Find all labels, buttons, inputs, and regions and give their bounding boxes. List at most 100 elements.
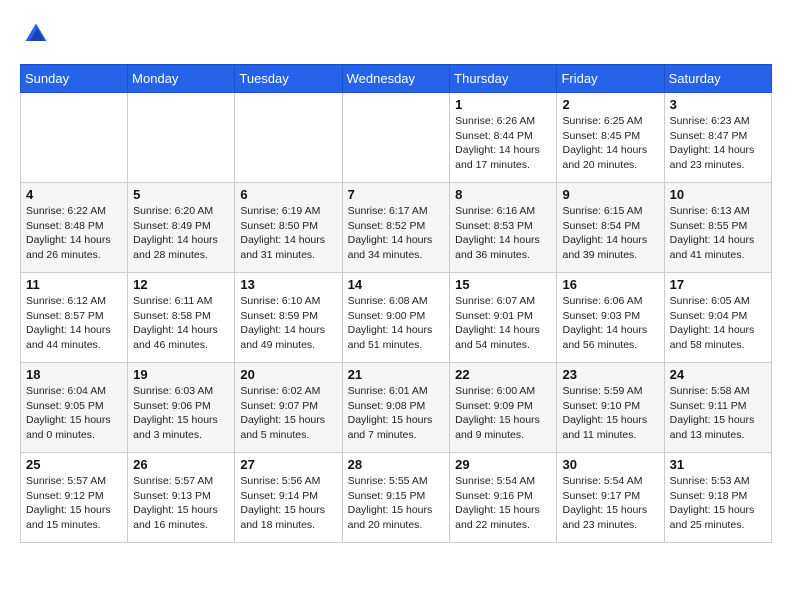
- day-number: 22: [455, 367, 551, 382]
- calendar-cell: 27Sunrise: 5:56 AM Sunset: 9:14 PM Dayli…: [235, 453, 342, 543]
- day-info: Sunrise: 5:58 AM Sunset: 9:11 PM Dayligh…: [670, 384, 766, 443]
- day-info: Sunrise: 6:03 AM Sunset: 9:06 PM Dayligh…: [133, 384, 229, 443]
- day-number: 17: [670, 277, 766, 292]
- day-info: Sunrise: 5:55 AM Sunset: 9:15 PM Dayligh…: [348, 474, 445, 533]
- day-number: 27: [240, 457, 336, 472]
- calendar-cell: 10 Sunrise: 6:13 AM Sunset: 8:55 PM Dayli…: [664, 183, 771, 273]
- calendar-header-friday: Friday: [557, 65, 664, 93]
- calendar-cell: [128, 93, 235, 183]
- calendar-cell: 5 Sunrise: 6:20 AM Sunset: 8:49 PM Daylig…: [128, 183, 235, 273]
- day-info: Sunrise: 6:12 AM Sunset: 8:57 PM Dayligh…: [26, 294, 122, 353]
- day-info: Sunrise: 6:04 AM Sunset: 9:05 PM Dayligh…: [26, 384, 122, 443]
- day-info: Sunrise: 5:54 AM Sunset: 9:16 PM Dayligh…: [455, 474, 551, 533]
- day-number: 29: [455, 457, 551, 472]
- calendar-header-row: SundayMondayTuesdayWednesdayThursdayFrid…: [21, 65, 772, 93]
- day-number: 15: [455, 277, 551, 292]
- day-number: 21: [348, 367, 445, 382]
- calendar-table: SundayMondayTuesdayWednesdayThursdayFrid…: [20, 64, 772, 543]
- day-info: Sunrise: 6:26 AM Sunset: 8:44 PM Dayligh…: [455, 114, 551, 173]
- calendar-header-thursday: Thursday: [450, 65, 557, 93]
- calendar-cell: 26 Sunrise: 5:57 AM Sunset: 9:13 PM Dayli…: [128, 453, 235, 543]
- day-info: Sunrise: 6:11 AM Sunset: 8:58 PM Dayligh…: [133, 294, 229, 353]
- calendar-cell: 24 Sunrise: 5:58 AM Sunset: 9:11 PM Dayli…: [664, 363, 771, 453]
- day-info: Sunrise: 6:06 AM Sunset: 9:03 PM Dayligh…: [562, 294, 658, 353]
- day-number: 3: [670, 97, 766, 112]
- day-number: 20: [240, 367, 336, 382]
- day-number: 14: [348, 277, 445, 292]
- day-info: Sunrise: 6:17 AM Sunset: 8:52 PM Dayligh…: [348, 204, 445, 263]
- day-number: 6: [240, 187, 336, 202]
- day-number: 18: [26, 367, 122, 382]
- calendar-cell: 12 Sunrise: 6:11 AM Sunset: 8:58 PM Dayli…: [128, 273, 235, 363]
- day-number: 1: [455, 97, 551, 112]
- day-number: 7: [348, 187, 445, 202]
- day-info: Sunrise: 6:10 AM Sunset: 8:59 PM Dayligh…: [240, 294, 336, 353]
- calendar-cell: 29 Sunrise: 5:54 AM Sunset: 9:16 PM Dayli…: [450, 453, 557, 543]
- calendar-week-2: 4Sunrise: 6:22 AM Sunset: 8:48 PM Daylig…: [21, 183, 772, 273]
- day-info: Sunrise: 6:01 AM Sunset: 9:08 PM Dayligh…: [348, 384, 445, 443]
- logo-icon: [22, 20, 50, 48]
- calendar-cell: 18 Sunrise: 6:04 AM Sunset: 9:05 PM Dayli…: [21, 363, 128, 453]
- logo: [20, 20, 50, 48]
- calendar-cell: [342, 93, 450, 183]
- calendar-cell: 4Sunrise: 6:22 AM Sunset: 8:48 PM Daylig…: [21, 183, 128, 273]
- day-number: 24: [670, 367, 766, 382]
- calendar-cell: 31 Sunrise: 5:53 AM Sunset: 9:18 PM Dayli…: [664, 453, 771, 543]
- day-number: 19: [133, 367, 229, 382]
- calendar-header-saturday: Saturday: [664, 65, 771, 93]
- day-info: Sunrise: 5:57 AM Sunset: 9:12 PM Dayligh…: [26, 474, 122, 533]
- day-number: 28: [348, 457, 445, 472]
- day-number: 8: [455, 187, 551, 202]
- day-number: 12: [133, 277, 229, 292]
- day-number: 25: [26, 457, 122, 472]
- day-info: Sunrise: 5:57 AM Sunset: 9:13 PM Dayligh…: [133, 474, 229, 533]
- day-info: Sunrise: 6:20 AM Sunset: 8:49 PM Dayligh…: [133, 204, 229, 263]
- day-number: 23: [562, 367, 658, 382]
- calendar-week-1: 1 Sunrise: 6:26 AM Sunset: 8:44 PM Daylig…: [21, 93, 772, 183]
- day-info: Sunrise: 5:53 AM Sunset: 9:18 PM Dayligh…: [670, 474, 766, 533]
- calendar-cell: 20 Sunrise: 6:02 AM Sunset: 9:07 PM Dayli…: [235, 363, 342, 453]
- calendar-cell: 15Sunrise: 6:07 AM Sunset: 9:01 PM Dayli…: [450, 273, 557, 363]
- calendar-header-tuesday: Tuesday: [235, 65, 342, 93]
- day-number: 10: [670, 187, 766, 202]
- day-info: Sunrise: 6:00 AM Sunset: 9:09 PM Dayligh…: [455, 384, 551, 443]
- day-info: Sunrise: 5:54 AM Sunset: 9:17 PM Dayligh…: [562, 474, 658, 533]
- calendar-cell: 6Sunrise: 6:19 AM Sunset: 8:50 PM Daylig…: [235, 183, 342, 273]
- calendar-cell: 7 Sunrise: 6:17 AM Sunset: 8:52 PM Daylig…: [342, 183, 450, 273]
- calendar-cell: 11 Sunrise: 6:12 AM Sunset: 8:57 PM Dayli…: [21, 273, 128, 363]
- day-number: 2: [562, 97, 658, 112]
- day-number: 9: [562, 187, 658, 202]
- day-number: 11: [26, 277, 122, 292]
- calendar-header-sunday: Sunday: [21, 65, 128, 93]
- day-info: Sunrise: 6:05 AM Sunset: 9:04 PM Dayligh…: [670, 294, 766, 353]
- day-info: Sunrise: 6:22 AM Sunset: 8:48 PM Dayligh…: [26, 204, 122, 263]
- calendar-cell: 13 Sunrise: 6:10 AM Sunset: 8:59 PM Dayli…: [235, 273, 342, 363]
- calendar-cell: 28 Sunrise: 5:55 AM Sunset: 9:15 PM Dayli…: [342, 453, 450, 543]
- day-number: 16: [562, 277, 658, 292]
- day-number: 30: [562, 457, 658, 472]
- day-info: Sunrise: 5:59 AM Sunset: 9:10 PM Dayligh…: [562, 384, 658, 443]
- calendar-cell: 2 Sunrise: 6:25 AM Sunset: 8:45 PM Daylig…: [557, 93, 664, 183]
- calendar-cell: 1 Sunrise: 6:26 AM Sunset: 8:44 PM Daylig…: [450, 93, 557, 183]
- day-number: 26: [133, 457, 229, 472]
- calendar-cell: [21, 93, 128, 183]
- calendar-cell: 16 Sunrise: 6:06 AM Sunset: 9:03 PM Dayli…: [557, 273, 664, 363]
- calendar-week-5: 25 Sunrise: 5:57 AM Sunset: 9:12 PM Dayli…: [21, 453, 772, 543]
- day-info: Sunrise: 6:13 AM Sunset: 8:55 PM Dayligh…: [670, 204, 766, 263]
- calendar-week-3: 11 Sunrise: 6:12 AM Sunset: 8:57 PM Dayli…: [21, 273, 772, 363]
- calendar-header-monday: Monday: [128, 65, 235, 93]
- calendar-cell: 14Sunrise: 6:08 AM Sunset: 9:00 PM Dayli…: [342, 273, 450, 363]
- calendar-week-4: 18 Sunrise: 6:04 AM Sunset: 9:05 PM Dayli…: [21, 363, 772, 453]
- day-info: Sunrise: 6:02 AM Sunset: 9:07 PM Dayligh…: [240, 384, 336, 443]
- calendar-header-wednesday: Wednesday: [342, 65, 450, 93]
- calendar-cell: 21 Sunrise: 6:01 AM Sunset: 9:08 PM Dayli…: [342, 363, 450, 453]
- day-number: 5: [133, 187, 229, 202]
- calendar-cell: 25 Sunrise: 5:57 AM Sunset: 9:12 PM Dayli…: [21, 453, 128, 543]
- day-number: 13: [240, 277, 336, 292]
- calendar-cell: 19 Sunrise: 6:03 AM Sunset: 9:06 PM Dayli…: [128, 363, 235, 453]
- calendar-cell: 22 Sunrise: 6:00 AM Sunset: 9:09 PM Dayli…: [450, 363, 557, 453]
- day-number: 31: [670, 457, 766, 472]
- day-info: Sunrise: 6:15 AM Sunset: 8:54 PM Dayligh…: [562, 204, 658, 263]
- calendar-cell: 3Sunrise: 6:23 AM Sunset: 8:47 PM Daylig…: [664, 93, 771, 183]
- day-info: Sunrise: 6:25 AM Sunset: 8:45 PM Dayligh…: [562, 114, 658, 173]
